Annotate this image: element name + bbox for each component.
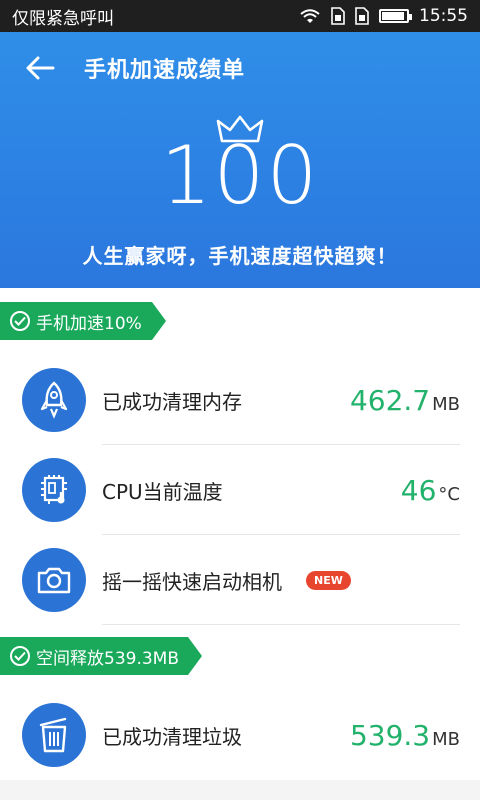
sim-card-1-icon: [331, 7, 345, 25]
cpu-temperature-row: CPU当前温度 46 °C: [0, 445, 480, 535]
shake-camera-row[interactable]: 摇一摇快速启动相机 NEW: [0, 535, 480, 625]
status-time: 15:55: [419, 6, 468, 26]
page-title: 手机加速成绩单: [84, 58, 246, 83]
junk-cleaned-value: 539.3 MB: [350, 719, 460, 752]
camera-icon: [22, 548, 86, 612]
memory-cleaned-row: 已成功清理内存 462.7 MB: [0, 355, 480, 445]
cpu-temperature-number: 46: [400, 473, 437, 507]
back-arrow-icon: [26, 56, 55, 80]
junk-cleaned-unit: MB: [432, 728, 460, 750]
carrier-text: 仅限紧急呼叫: [12, 8, 114, 29]
status-icons: 15:55: [299, 6, 468, 26]
section-tag-speedup: 手机加速10%: [0, 302, 166, 340]
result-header: 手机加速成绩单 100 人生赢家呀，手机速度超快超爽！: [0, 32, 480, 288]
memory-cleaned-unit: MB: [432, 393, 460, 415]
memory-cleaned-number: 462.7: [349, 383, 431, 417]
cpu-temperature-icon: [22, 458, 86, 522]
bottom-edge: [0, 780, 480, 800]
wifi-icon: [300, 9, 320, 23]
junk-cleaned-label: 已成功清理垃圾: [102, 724, 242, 749]
status-bar: 仅限紧急呼叫 15:55: [0, 0, 480, 32]
cpu-temperature-value: 46 °C: [401, 474, 460, 507]
check-icon: [10, 311, 30, 331]
row-divider: [102, 624, 460, 625]
junk-cleaned-number: 539.3: [349, 718, 431, 752]
speed-score: 100: [160, 129, 320, 222]
score-slogan: 人生赢家呀，手机速度超快超爽！: [82, 244, 398, 268]
memory-cleaned-value: 462.7 MB: [350, 384, 460, 417]
sim-card-2-icon: [355, 7, 369, 25]
new-badge: NEW: [306, 570, 351, 590]
back-button[interactable]: [22, 50, 58, 86]
rocket-icon: [22, 368, 86, 432]
section-tag-label: 空间释放539.3MB: [36, 648, 179, 669]
section-tag-label: 手机加速10%: [36, 313, 142, 334]
trash-icon: [22, 703, 86, 767]
shake-camera-label: 摇一摇快速启动相机: [102, 569, 282, 594]
cpu-temperature-unit: °C: [438, 483, 460, 505]
memory-cleaned-label: 已成功清理内存: [102, 389, 242, 414]
junk-cleaned-row: 已成功清理垃圾 539.3 MB: [0, 690, 480, 780]
cpu-temperature-label: CPU当前温度: [102, 479, 223, 504]
battery-icon: [379, 9, 412, 23]
check-icon: [10, 646, 30, 666]
section-tag-space: 空间释放539.3MB: [0, 637, 202, 675]
